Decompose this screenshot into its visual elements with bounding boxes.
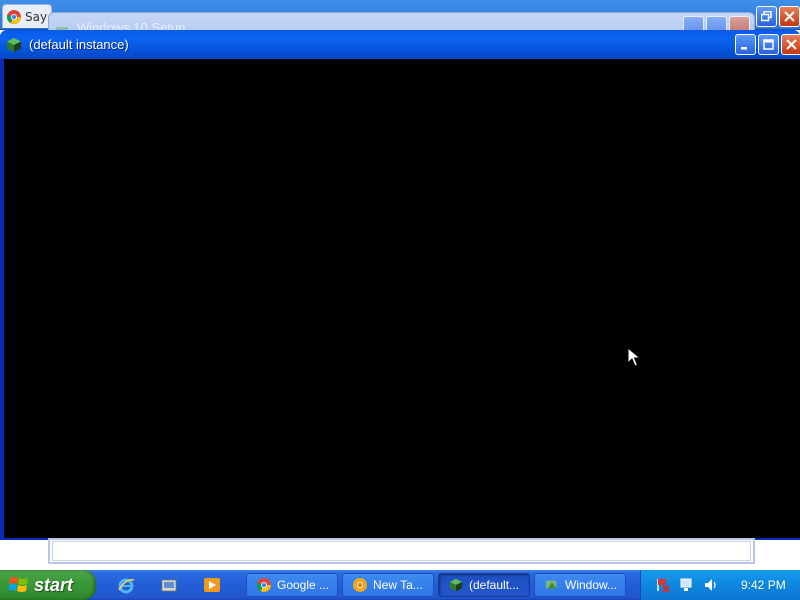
volume-icon[interactable] [703,577,719,593]
task-label: New Ta... [373,578,423,592]
task-label: (default... [469,578,520,592]
task-buttons: Google ... New Ta... (default... Window.… [246,573,626,597]
chrome-icon [257,578,271,592]
setup-window-footer-field [52,541,751,561]
maximize-button[interactable] [758,34,779,55]
task-button-windows-setup[interactable]: Window... [534,573,626,597]
minimize-icon [741,47,747,50]
media-player-icon[interactable] [203,576,221,594]
main-window: (default instance) [0,30,800,540]
main-window-titlebar[interactable]: (default instance) [0,30,800,59]
mouse-cursor-icon [627,347,641,367]
cube-icon [7,37,21,52]
internet-explorer-icon[interactable] [117,576,135,594]
close-icon [784,11,795,22]
main-close-button[interactable] [781,34,800,55]
close-button[interactable] [779,6,800,27]
start-button[interactable]: start [0,570,96,600]
security-alert-icon[interactable] [655,577,671,593]
chrome-canary-icon [353,578,367,592]
task-button-default-instance[interactable]: (default... [438,573,530,597]
minimize-button[interactable] [735,34,756,55]
network-icon[interactable] [679,577,695,593]
vm-display-area[interactable] [4,59,800,538]
setup-icon [545,580,557,589]
close-icon [786,39,797,50]
task-label: Google ... [277,578,330,592]
chrome-icon [7,9,21,24]
window-title: (default instance) [29,37,129,52]
cube-icon [449,578,463,592]
browser-tab[interactable]: Say [2,4,52,28]
start-label: start [34,574,74,595]
task-label: Window... [565,578,618,592]
explorer-folder-icon[interactable] [160,576,178,594]
windows-logo-icon [9,577,28,592]
system-tray: 9:42 PM [640,570,800,600]
browser-tab-label: Say [25,9,48,24]
quick-launch-bar [117,576,221,594]
restore-icon [761,11,772,22]
taskbar: start Google ... New Ta... (default... W… [0,570,800,600]
maximize-icon [763,39,774,50]
clock[interactable]: 9:42 PM [741,578,786,592]
task-button-google-chrome[interactable]: Google ... [246,573,338,597]
restore-button[interactable] [756,6,777,27]
task-button-new-tab[interactable]: New Ta... [342,573,434,597]
